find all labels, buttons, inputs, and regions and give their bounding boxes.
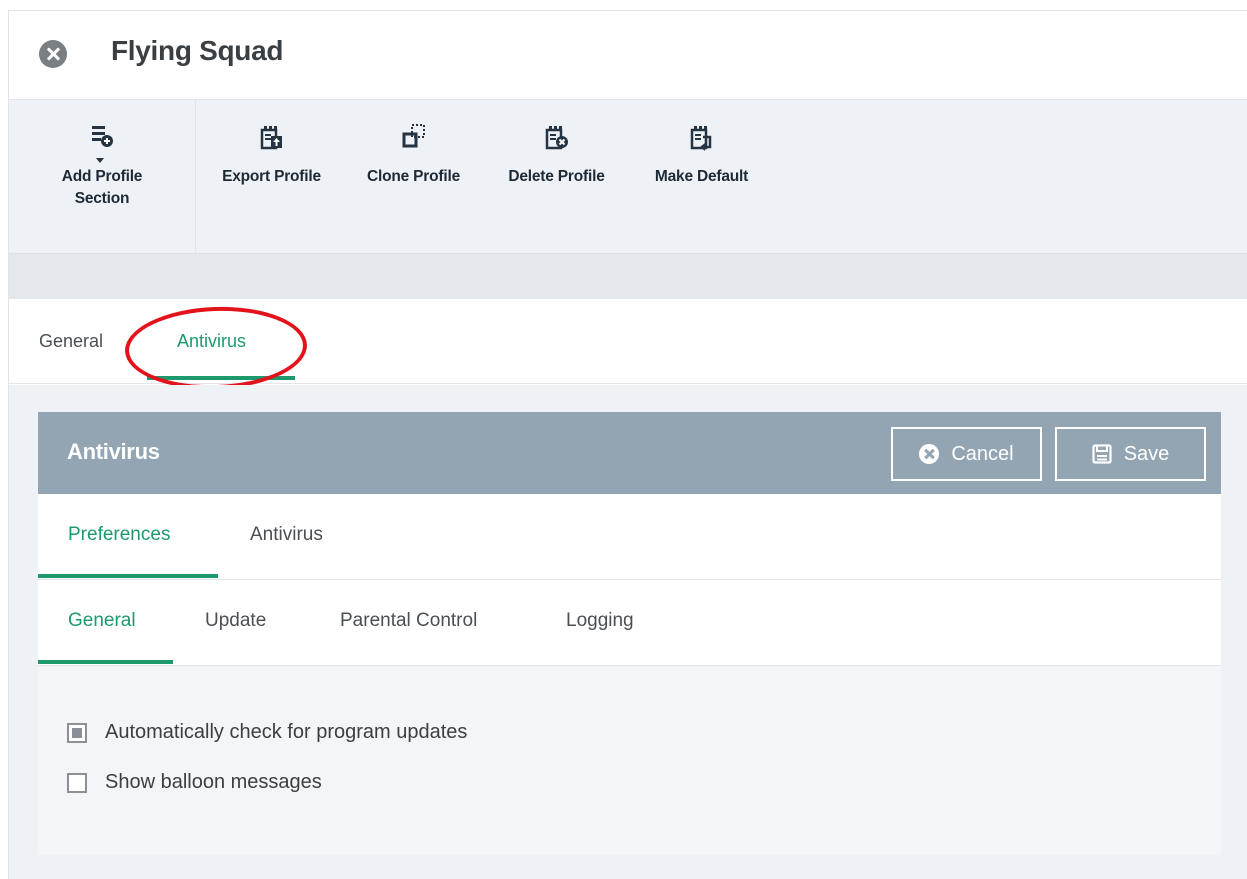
tab-pref-general[interactable]: General bbox=[68, 610, 136, 632]
export-profile-button[interactable]: Export Profile bbox=[209, 120, 334, 188]
active-subtab-indicator bbox=[38, 574, 218, 578]
save-button[interactable]: Save bbox=[1055, 427, 1206, 481]
clone-profile-label: Clone Profile bbox=[367, 168, 460, 185]
delete-profile-icon bbox=[545, 126, 568, 150]
clone-icon bbox=[402, 124, 425, 148]
general-settings: Automatically check for program updates … bbox=[38, 666, 1221, 855]
tab-general[interactable]: General bbox=[39, 331, 103, 352]
panel-header: Antivirus Cancel Save bbox=[38, 412, 1221, 494]
option-auto-check-updates[interactable]: Automatically check for program updates bbox=[67, 721, 467, 744]
make-default-button[interactable]: Make Default bbox=[639, 120, 764, 188]
preference-tabs: General Update Parental Control Logging bbox=[38, 580, 1221, 666]
tab-pref-logging[interactable]: Logging bbox=[566, 610, 634, 632]
option-show-balloon-messages[interactable]: Show balloon messages bbox=[67, 771, 322, 794]
make-default-label: Make Default bbox=[654, 168, 749, 185]
tab-antivirus[interactable]: Antivirus bbox=[177, 331, 246, 352]
toolbar: Add Profile Section Export Profile Clone… bbox=[9, 99, 1247, 255]
tab-pref-update[interactable]: Update bbox=[205, 610, 266, 632]
toolbar-band bbox=[9, 254, 1247, 299]
show-balloon-messages-checkbox[interactable] bbox=[67, 772, 87, 793]
panel-title: Antivirus bbox=[67, 439, 160, 464]
export-profile-label: Export Profile bbox=[222, 168, 321, 185]
cancel-label: Cancel bbox=[951, 442, 1014, 465]
section-tabs: Preferences Antivirus bbox=[38, 494, 1221, 580]
close-icon[interactable] bbox=[39, 40, 67, 68]
add-profile-label-line1: Add Profile bbox=[61, 168, 143, 185]
title-bar: Flying Squad bbox=[9, 11, 1247, 99]
page-title: Flying Squad bbox=[111, 35, 284, 66]
add-profile-label-line2: Section bbox=[74, 190, 130, 207]
profile-window: Flying Squad Add Profile Section Export … bbox=[8, 10, 1247, 879]
toolbar-divider bbox=[195, 100, 196, 255]
option-label: Show balloon messages bbox=[105, 771, 322, 793]
make-default-icon bbox=[690, 126, 711, 151]
save-label: Save bbox=[1123, 442, 1170, 465]
cancel-button[interactable]: Cancel bbox=[891, 427, 1042, 481]
tab-preferences[interactable]: Preferences bbox=[68, 524, 170, 546]
antivirus-panel: Antivirus Cancel Save Preferences Antivi… bbox=[38, 412, 1221, 855]
cancel-icon bbox=[919, 444, 940, 464]
delete-profile-label: Delete Profile bbox=[508, 168, 605, 185]
profile-tabs: General Antivirus bbox=[9, 299, 1247, 393]
tab-antivirus-settings[interactable]: Antivirus bbox=[250, 524, 323, 546]
option-label: Automatically check for program updates bbox=[105, 721, 468, 743]
active-tab-indicator bbox=[147, 376, 295, 380]
auto-check-updates-checkbox[interactable] bbox=[67, 722, 87, 743]
add-section-icon bbox=[92, 126, 113, 163]
export-icon bbox=[260, 126, 282, 150]
content-area: Antivirus Cancel Save Preferences Antivi… bbox=[9, 385, 1247, 879]
tab-pref-parental-control[interactable]: Parental Control bbox=[340, 610, 477, 632]
save-icon bbox=[1092, 444, 1112, 464]
active-pref-tab-indicator bbox=[38, 660, 173, 664]
clone-profile-button[interactable]: Clone Profile bbox=[351, 120, 476, 188]
delete-profile-button[interactable]: Delete Profile bbox=[494, 120, 619, 188]
add-profile-section-button[interactable]: Add Profile Section bbox=[47, 120, 157, 210]
